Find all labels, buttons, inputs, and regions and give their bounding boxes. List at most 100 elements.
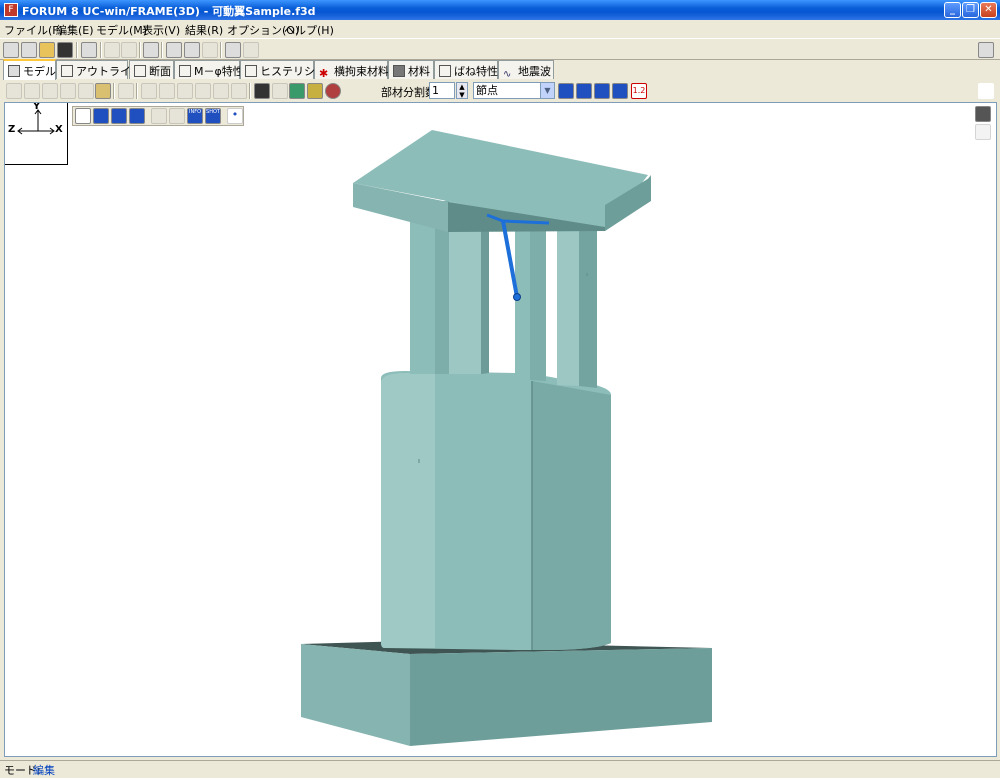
- perspective-icon[interactable]: [169, 108, 185, 124]
- add-member-icon[interactable]: [60, 83, 76, 99]
- section-icon: [134, 65, 146, 77]
- model-toolbar: 部材分割数 1 ▲ ▼ 節点 ▼ 1.2: [0, 80, 1000, 102]
- axis-indicator: Y Z X: [5, 103, 68, 165]
- tab-model-label: モデル: [23, 65, 56, 78]
- menu-result[interactable]: 結果(R): [185, 22, 223, 38]
- fit-view-icon[interactable]: [151, 108, 167, 124]
- tab-m-phi[interactable]: M－φ特性: [174, 60, 244, 79]
- delete-icon[interactable]: [195, 83, 211, 99]
- add-spring-icon[interactable]: [78, 83, 94, 99]
- column-right-front-side: [579, 211, 597, 388]
- tab-spring[interactable]: ばね特性: [434, 60, 498, 79]
- menu-help[interactable]: ヘルプ(H): [284, 22, 334, 38]
- frame-member-column[interactable]: [501, 220, 519, 298]
- frame-node[interactable]: [513, 293, 521, 301]
- window-layout-icon[interactable]: [975, 106, 991, 122]
- close-button[interactable]: ✕: [980, 2, 997, 18]
- snapshot-icon[interactable]: SHOT: [205, 108, 221, 124]
- load-icon[interactable]: [272, 83, 288, 99]
- open-folder-icon[interactable]: [39, 42, 55, 58]
- minimize-button[interactable]: _: [944, 2, 961, 18]
- pan-view-icon[interactable]: [111, 108, 127, 124]
- mode-value: 編集: [33, 764, 55, 777]
- select-refresh-icon[interactable]: [612, 83, 628, 99]
- window-title: FORUM 8 UC-win/FRAME(3D) - 可動翼Sample.f3d: [22, 5, 316, 18]
- save-icon[interactable]: [57, 42, 73, 58]
- tab-confined[interactable]: ✱ 横拘束材料: [314, 60, 389, 79]
- pointer-help-icon[interactable]: [978, 83, 994, 99]
- render-icon[interactable]: [289, 83, 305, 99]
- undo-icon[interactable]: [104, 42, 120, 58]
- rotate-view-icon[interactable]: [93, 108, 109, 124]
- selection-mode-select[interactable]: 節点 ▼: [473, 82, 555, 99]
- node-dot-icon[interactable]: •: [227, 108, 243, 124]
- tab-spring-label: ばね特性: [454, 65, 498, 78]
- section-assign-icon[interactable]: [95, 83, 111, 99]
- column-right-front: [557, 211, 579, 386]
- 3d-viewport[interactable]: Y Z X INFO SHOT •: [4, 102, 997, 757]
- select-pointer-icon[interactable]: [75, 108, 91, 124]
- tab-hysteresis[interactable]: ヒステリシス: [240, 60, 326, 79]
- new-model-icon[interactable]: [3, 42, 19, 58]
- menu-view[interactable]: 表示(V): [142, 22, 180, 38]
- tab-outline[interactable]: アウトライン: [56, 60, 142, 79]
- tab-model[interactable]: モデル: [3, 59, 56, 80]
- tab-earthquake-label: 地震波: [518, 65, 551, 78]
- axis-y-label: Y: [33, 102, 41, 112]
- column-right-back-side: [530, 215, 546, 381]
- m-phi-icon: [179, 65, 191, 77]
- division-input[interactable]: 1: [429, 82, 455, 99]
- light-icon[interactable]: [307, 83, 323, 99]
- tab-earthquake[interactable]: ∿ 地震波: [498, 60, 554, 80]
- list-view-icon[interactable]: [975, 124, 991, 140]
- tab-section[interactable]: 断面: [129, 60, 174, 79]
- menu-model[interactable]: モデル(M): [96, 22, 147, 38]
- tab-material[interactable]: 材料: [388, 60, 434, 79]
- check-icon[interactable]: [143, 42, 159, 58]
- model-render[interactable]: [5, 103, 997, 757]
- camera-icon[interactable]: [325, 83, 341, 99]
- select-all-icon[interactable]: [594, 83, 610, 99]
- side-toolbar: [975, 106, 993, 142]
- menu-edit[interactable]: 編集(E): [56, 22, 94, 38]
- print-preview-icon[interactable]: [81, 42, 97, 58]
- app-icon[interactable]: F: [4, 3, 18, 17]
- select-up-icon[interactable]: [558, 83, 574, 99]
- chevron-down-icon[interactable]: ▼: [540, 83, 554, 98]
- add-node-icon[interactable]: [6, 83, 22, 99]
- info-icon[interactable]: INFO: [187, 108, 203, 124]
- panel-toggle-icon[interactable]: [978, 42, 994, 58]
- restore-button[interactable]: ❐: [962, 2, 979, 18]
- rotate-icon[interactable]: [177, 83, 193, 99]
- zoom-view-icon[interactable]: [129, 108, 145, 124]
- menu-file[interactable]: ファイル(F): [4, 22, 63, 38]
- add-support-icon[interactable]: [24, 83, 40, 99]
- add-mass-icon[interactable]: [42, 83, 58, 99]
- section-view-icon[interactable]: [254, 83, 270, 99]
- export-icon[interactable]: [202, 42, 218, 58]
- select-down-icon[interactable]: [576, 83, 592, 99]
- division-spinner[interactable]: ▲ ▼: [456, 82, 468, 99]
- toolbar-separator: [220, 42, 222, 58]
- report-icon[interactable]: [184, 42, 200, 58]
- copy-icon[interactable]: [231, 83, 247, 99]
- selection-mode-value: 節点: [476, 84, 498, 97]
- view-toolbar: INFO SHOT •: [72, 106, 244, 126]
- join-icon[interactable]: [159, 83, 175, 99]
- scale-icon[interactable]: 1.2: [631, 83, 647, 99]
- settings-icon[interactable]: [243, 42, 259, 58]
- calculator-icon[interactable]: [225, 42, 241, 58]
- redo-icon[interactable]: [121, 42, 137, 58]
- grid-icon[interactable]: [213, 83, 229, 99]
- spin-down-icon[interactable]: ▼: [457, 91, 467, 99]
- spin-up-icon[interactable]: ▲: [457, 83, 467, 91]
- hysteresis-icon: [245, 65, 257, 77]
- new-icon[interactable]: [21, 42, 37, 58]
- move-icon[interactable]: [118, 83, 134, 99]
- footing-face-front: [410, 648, 712, 746]
- calc-icon[interactable]: [166, 42, 182, 58]
- divide-icon[interactable]: [141, 83, 157, 99]
- pier-shaft-right: [532, 381, 611, 650]
- toolbar-separator: [136, 83, 138, 99]
- column-left-back: [410, 212, 435, 374]
